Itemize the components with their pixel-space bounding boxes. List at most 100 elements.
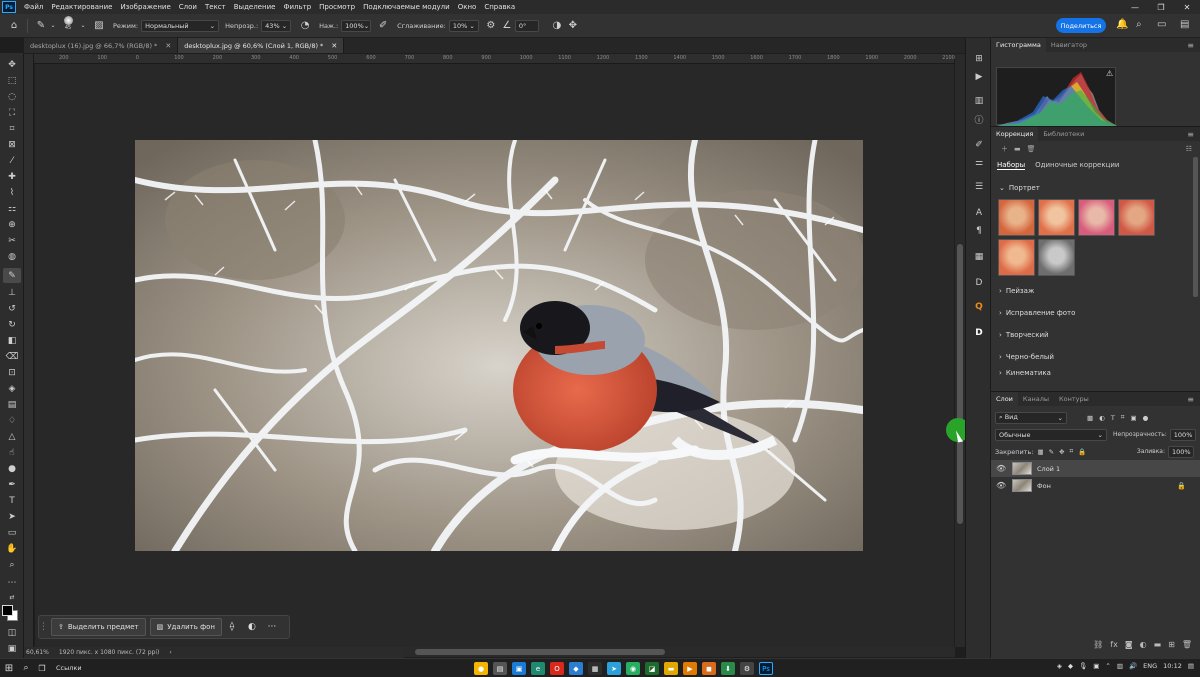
pressure-opacity-icon[interactable]: ◔ <box>297 18 313 34</box>
lock-transparent-icon[interactable]: ▦ <box>1037 448 1043 456</box>
add-icon[interactable]: ＋ <box>1001 144 1008 154</box>
filter-shape-icon[interactable]: ⌗ <box>1121 413 1125 422</box>
menu-filter[interactable]: Фильтр <box>279 3 315 11</box>
edge-browser-icon[interactable]: e <box>531 662 545 675</box>
layer-mask-icon[interactable]: ◙ <box>1125 640 1133 654</box>
brush-tool-icon[interactable]: ✎ <box>33 18 49 34</box>
app-icon[interactable]: ▦ <box>588 662 602 675</box>
visibility-eye-icon[interactable]: 👁 <box>996 481 1008 490</box>
patch-icon[interactable]: ⚏ <box>3 201 21 216</box>
tab-channels[interactable]: Каналы <box>1018 392 1054 406</box>
info-icon[interactable]: ⓘ <box>971 112 987 126</box>
app-icon[interactable]: ▤ <box>493 662 507 675</box>
grid-view-icon[interactable]: ☷ <box>1186 145 1192 153</box>
zoom-level[interactable]: 60,61% <box>26 649 49 656</box>
tab-libraries[interactable]: Библиотеки <box>1038 127 1089 141</box>
dodge-icon[interactable]: ● <box>3 461 21 476</box>
folder-icon[interactable]: ▬ <box>1014 145 1021 153</box>
tab-presets[interactable]: Наборы <box>997 161 1026 170</box>
menu-layers[interactable]: Слои <box>175 3 201 11</box>
layer-opacity-field[interactable]: 100% <box>1169 428 1196 441</box>
menu-window[interactable]: Окно <box>454 3 481 11</box>
chevron-up-icon[interactable]: ⌃ <box>1105 662 1110 670</box>
lock-artboard-icon[interactable]: ⌗ <box>1070 447 1074 456</box>
paint-bucket-icon[interactable]: ◈ <box>3 381 21 396</box>
tab-desktoplux[interactable]: desktoplux.jpg @ 60,6% (Слой 1, RGB/8) *… <box>178 38 345 53</box>
more-tools-icon[interactable]: ⋯ <box>3 575 21 590</box>
object-selection-icon[interactable]: ⛶ <box>3 105 21 120</box>
group-landscape[interactable]: › Пейзаж <box>991 280 1200 302</box>
marquee-tool-icon[interactable]: ⬚ <box>3 73 21 88</box>
scrollbar-thumb[interactable] <box>415 649 665 655</box>
share-button[interactable]: Поделиться <box>1056 18 1106 33</box>
download-icon[interactable]: ⬇ <box>721 662 735 675</box>
layer-row-background[interactable]: 👁 Фон 🔒 <box>991 477 1200 494</box>
home-icon[interactable]: ⌂ <box>6 18 22 34</box>
opacity-field[interactable]: 43% ⌄ <box>261 19 292 32</box>
background-eraser-icon[interactable]: ⌫ <box>3 349 21 364</box>
swap-colors-icon[interactable]: ⇄ <box>3 590 21 605</box>
pressure-size-icon[interactable]: ◑ <box>549 18 565 34</box>
visibility-eye-icon[interactable]: 👁 <box>996 464 1008 473</box>
more-options-button[interactable]: ··· <box>262 622 282 632</box>
links-toolbar[interactable]: Ссылки <box>56 664 82 672</box>
red-eye-icon[interactable]: ⊕ <box>3 217 21 232</box>
hand-tool-icon[interactable]: ✋ <box>3 541 21 556</box>
menu-type[interactable]: Текст <box>201 3 230 11</box>
filter-type-icon[interactable]: T <box>1111 414 1115 422</box>
link-layers-icon[interactable]: ⛓ <box>1093 640 1103 654</box>
menu-view[interactable]: Просмотр <box>315 3 359 11</box>
search-icon[interactable]: ⌕ <box>1136 19 1142 30</box>
history-brush-icon[interactable]: ↺ <box>3 301 21 316</box>
brush-settings-icon[interactable]: ✐ <box>971 138 987 152</box>
brush-tool-icon[interactable]: ✎ <box>3 268 21 283</box>
remove-background-button[interactable]: ▧ Удалить фон <box>149 618 222 636</box>
minimize-button[interactable]: — <box>1122 3 1148 12</box>
fill-field[interactable]: 100% <box>1168 445 1194 458</box>
menu-image[interactable]: Изображение <box>116 3 174 11</box>
layer-filter-select[interactable]: ⌕ Вид ⌄ <box>995 411 1067 424</box>
panel-menu-icon[interactable]: ≡ <box>1187 395 1194 404</box>
arrange-icon[interactable]: ▤ <box>1180 19 1189 30</box>
chevron-down-icon[interactable]: ⌄ <box>79 18 87 34</box>
app-icon[interactable]: ◆ <box>569 662 583 675</box>
group-black-white[interactable]: › Черно-белый <box>991 346 1200 368</box>
foreground-color-swatch[interactable] <box>2 605 13 616</box>
airbrush-icon[interactable]: ✐ <box>375 18 391 34</box>
adjustment-icon[interactable]: ◐ <box>242 622 262 632</box>
glyphs-icon[interactable]: ▦ <box>971 250 987 264</box>
gear-icon[interactable]: ⚙ <box>483 18 499 34</box>
plugin-d-icon[interactable]: D <box>971 326 987 340</box>
move-tool-icon[interactable]: ✥ <box>3 57 21 72</box>
new-group-icon[interactable]: ▬ <box>1154 640 1162 654</box>
delete-layer-icon[interactable]: 🗑 <box>1182 640 1192 654</box>
group-cinematic[interactable]: › Кинематика <box>991 368 1200 378</box>
tray-app-icon[interactable]: ◈ <box>1057 662 1062 670</box>
symmetry-icon[interactable]: ✥ <box>565 18 581 34</box>
plugin-icon[interactable]: D <box>971 276 987 290</box>
plugin-q-icon[interactable]: Q <box>971 300 987 314</box>
panel-menu-icon[interactable]: ≡ <box>1187 41 1194 50</box>
photoshop-taskbar-icon[interactable]: Ps <box>759 662 773 675</box>
blend-mode-select[interactable]: Обычные ⌄ <box>995 428 1107 441</box>
app-icon[interactable]: ▣ <box>512 662 526 675</box>
history-panel-icon[interactable]: ⊞ <box>971 52 987 66</box>
new-layer-icon[interactable]: ⊞ <box>1168 640 1175 654</box>
lock-position-icon[interactable]: ✥ <box>1059 448 1064 456</box>
tab-navigator[interactable]: Навигатор <box>1046 38 1092 52</box>
smudge-icon[interactable]: ☝ <box>3 445 21 460</box>
menu-plugins[interactable]: Подключаемые модули <box>359 3 454 11</box>
trash-icon[interactable]: 🗑 <box>1027 145 1036 153</box>
menu-select[interactable]: Выделение <box>230 3 280 11</box>
path-selection-icon[interactable]: ➤ <box>3 509 21 524</box>
close-window-button[interactable]: ✕ <box>1174 3 1200 12</box>
preset-thumbnail[interactable] <box>1038 239 1075 276</box>
vertical-scrollbar[interactable] <box>955 54 965 647</box>
adjustments-icon[interactable]: ⚌ <box>971 156 987 170</box>
pressure-field[interactable]: 100% ⌄ <box>341 19 372 32</box>
tab-adjustments[interactable]: Коррекция <box>991 127 1039 141</box>
eyedropper-icon[interactable]: ⁄ <box>3 153 21 168</box>
tab-paths[interactable]: Контуры <box>1054 392 1094 406</box>
magic-eraser-icon[interactable]: ⊡ <box>3 365 21 380</box>
healing-brush-icon[interactable]: ⌇ <box>3 185 21 200</box>
